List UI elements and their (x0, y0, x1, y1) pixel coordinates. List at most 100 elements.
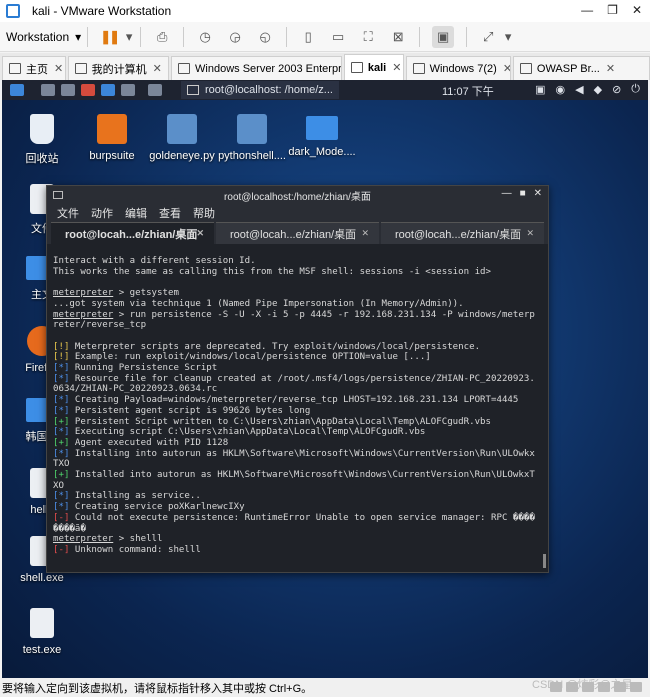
terminal-launcher-icon[interactable] (121, 84, 135, 96)
tab-owasp[interactable]: OWASP Br... ✕ (512, 56, 650, 80)
line-text: Creating Payload=windows/meterpreter/rev… (69, 395, 519, 406)
tab-windows-7[interactable]: Windows 7(2) ✕ (405, 56, 511, 80)
terminal-window[interactable]: root@localhost:/home/zhian/桌面 — ■ ✕ 文件 动… (46, 185, 549, 573)
tab-label: 主页 (26, 63, 48, 76)
chevron-down-icon[interactable]: ▾ (503, 28, 513, 46)
close-icon[interactable]: ✕ (526, 228, 534, 239)
tab-kali[interactable]: kali ✕ (343, 54, 404, 80)
workspace-switcher-icon[interactable] (148, 84, 162, 96)
terminal-line: [*] Creating Payload=windows/meterpreter… (53, 395, 537, 406)
close-icon[interactable]: ✕ (503, 62, 510, 75)
success-tag: [+] (53, 470, 70, 481)
close-icon[interactable]: ✕ (632, 3, 642, 17)
snapshot-manager-icon[interactable]: ◵ (256, 28, 274, 46)
power-icon[interactable]: ⏻ (631, 83, 640, 96)
sidebar-view-icon[interactable]: ▯ (299, 28, 317, 46)
command-text: > getsystem (113, 288, 179, 299)
warning-tag: [!] (53, 341, 70, 352)
window-title: kali - VMware Workstation (32, 4, 172, 18)
warning-tag: [!] (53, 352, 70, 363)
executable-file-icon (30, 608, 54, 638)
network-icon[interactable]: ◉ (556, 83, 566, 96)
console-view-icon[interactable]: ▣ (432, 25, 455, 48)
chevron-down-icon[interactable]: ▾ (124, 28, 134, 46)
screenshot-icon[interactable]: ▣ (535, 83, 545, 96)
maximize-icon[interactable]: ■ (520, 188, 526, 199)
desktop-icon-burpsuite[interactable]: burpsuite (77, 114, 147, 162)
close-icon[interactable]: ✕ (392, 61, 401, 74)
terminal-line: [+] Agent executed with PID 1128 (53, 438, 537, 449)
menu-file[interactable]: 文件 (57, 205, 79, 221)
close-icon[interactable]: ✕ (361, 228, 369, 239)
terminal-line: meterpreter > getsystem (53, 288, 537, 299)
terminal-line: [-] Could not execute persistence: Runti… (53, 513, 537, 534)
terminal-line: [!] Example: run exploit/windows/local/p… (53, 352, 537, 363)
restore-icon[interactable]: ❐ (607, 3, 618, 17)
desktop-icon-pythonshell[interactable]: pythonshell.... (217, 114, 287, 162)
tab-home[interactable]: 主页 ✕ (2, 56, 66, 80)
snapshot-icon[interactable]: ◷ (196, 28, 214, 46)
guest-screen[interactable]: root@localhost: /home/z... 11:07 下午 ▣ ◉ … (2, 80, 648, 678)
terminal-scrollbar[interactable] (543, 554, 546, 568)
menu-help[interactable]: 帮助 (193, 205, 215, 221)
line-text: Agent executed with PID 1128 (69, 437, 229, 448)
close-icon[interactable]: ✕ (196, 228, 204, 239)
desktop-icon-trash[interactable]: 回收站 (7, 114, 77, 166)
error-tag: [-] (53, 512, 70, 523)
send-keys-icon[interactable]: ⎙ (153, 28, 171, 46)
meterpreter-prompt: meterpreter (53, 288, 114, 299)
tab-label: Windows 7(2) (429, 62, 497, 75)
stretch-icon[interactable]: ⤢ (479, 28, 497, 46)
terminal-tab-1[interactable]: root@locah...e/zhian/桌面 ✕ (51, 222, 214, 244)
pause-icon[interactable]: ❚❚ (100, 28, 120, 46)
terminal-output[interactable]: Interact with a different session Id. Thi… (53, 256, 537, 568)
panel-clock[interactable]: 11:07 下午 (442, 83, 494, 99)
kali-menu-icon[interactable] (10, 84, 24, 96)
minimize-icon[interactable]: — (581, 3, 593, 17)
lock-icon[interactable]: ⊘ (612, 83, 621, 96)
thumbnail-view-icon[interactable]: ▭ (329, 28, 347, 46)
file-manager-icon[interactable] (61, 84, 75, 96)
unity-icon[interactable]: ⊠ (389, 28, 407, 46)
terminal-tab-label: root@locah...e/zhian/桌面 (230, 228, 357, 241)
status-message: 要将输入定向到该虚拟机，请将鼠标指针移入其中或按 Ctrl+G。 (2, 682, 313, 695)
close-icon[interactable]: ✕ (534, 188, 542, 199)
close-icon[interactable]: ✕ (153, 62, 162, 75)
desktop-icon-goldeneye[interactable]: goldeneye.py (147, 114, 217, 162)
desktop-icon-label: 回收站 (25, 153, 59, 165)
revert-snapshot-icon[interactable]: ◶ (226, 28, 244, 46)
workstation-menu[interactable]: Workstation ▾ (6, 30, 81, 44)
fullscreen-icon[interactable]: ⛶ (359, 28, 377, 46)
terminal-line: [!] Meterpreter scripts are deprecated. … (53, 342, 537, 353)
tab-label: OWASP Br... (536, 62, 600, 75)
tab-my-computer[interactable]: 我的计算机 ✕ (67, 56, 170, 80)
desktop-icon-dark-mode[interactable]: dark_Mode.... (287, 116, 357, 158)
terminal-tab-3[interactable]: root@locah...e/zhian/桌面 ✕ (381, 222, 544, 244)
toolbar-divider (286, 26, 288, 47)
minimize-icon[interactable]: — (502, 188, 512, 199)
notifications-icon[interactable]: ◆ (594, 83, 602, 96)
vmware-toolbar: Workstation ▾ ❚❚ ▾ ⎙ ◷ ◶ ◵ ▯ ▭ ⛶ ⊠ ▣ ⤢ ▾ (0, 22, 650, 52)
terminal-titlebar[interactable]: root@localhost:/home/zhian/桌面 — ■ ✕ (47, 186, 548, 204)
volume-icon[interactable]: ◀ (575, 83, 583, 96)
close-icon[interactable]: ✕ (54, 62, 63, 75)
window-titlebar: kali - VMware Workstation — ❐ ✕ (0, 0, 650, 22)
tab-windows-server-2003[interactable]: Windows Server 2003 Enterpris... ✕ (171, 56, 342, 80)
toolbar-divider (87, 26, 89, 47)
workstation-menu-label: Workstation (6, 29, 70, 44)
text-editor-icon[interactable] (81, 84, 95, 96)
terminal-tab-2[interactable]: root@locah...e/zhian/桌面 ✕ (216, 222, 379, 244)
menu-edit[interactable]: 编辑 (125, 205, 147, 221)
show-desktop-icon[interactable] (41, 84, 55, 96)
line-text: Persistent Script written to C:\Users\zh… (69, 416, 492, 427)
close-icon[interactable]: ✕ (606, 62, 615, 75)
desktop-icon-test-exe[interactable]: test.exe (7, 608, 77, 656)
menu-view[interactable]: 查看 (159, 205, 181, 221)
kali-top-panel: root@localhost: /home/z... 11:07 下午 ▣ ◉ … (2, 80, 648, 100)
tab-label: 我的计算机 (91, 63, 147, 76)
browser-icon[interactable] (101, 84, 115, 96)
info-tag: [*] (53, 405, 70, 416)
menu-actions[interactable]: 动作 (91, 205, 113, 221)
taskbar-terminal-item[interactable]: root@localhost: /home/z... (181, 81, 339, 99)
